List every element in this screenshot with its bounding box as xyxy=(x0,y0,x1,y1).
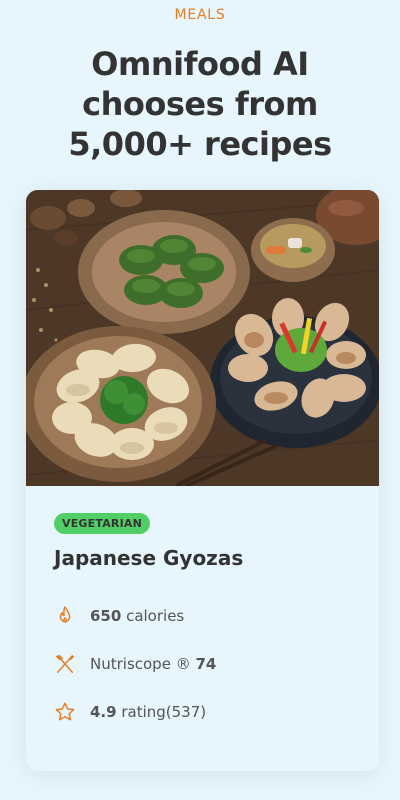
calories-value: 650 xyxy=(90,607,122,625)
meals-section: MEALS Omnifood AI chooses from 5,000+ re… xyxy=(0,0,400,800)
star-icon xyxy=(54,701,76,723)
nutriscope-label: Nutriscope ® xyxy=(90,655,196,673)
rating-label: rating(537) xyxy=(116,703,207,721)
nutriscope-value: 74 xyxy=(195,655,217,673)
meal-title: Japanese Gyozas xyxy=(54,546,244,570)
calories-label: calories xyxy=(121,607,185,625)
meal-attribute-rating: 4.9 rating(537) xyxy=(54,700,351,724)
section-subheading: MEALS xyxy=(174,7,226,23)
vegetarian-tag: VEGETARIAN xyxy=(54,513,151,534)
meal-attribute-calories: 650 calories xyxy=(54,604,351,628)
meal-attributes: 650 calories Nutriscope ® 74 4.9 rating(… xyxy=(54,604,351,724)
utensils-icon xyxy=(54,653,76,675)
meal-card: VEGETARIAN Japanese Gyozas 650 calories xyxy=(26,190,379,771)
section-heading: Omnifood AI chooses from 5,000+ recipes xyxy=(68,45,332,163)
rating-value: 4.9 xyxy=(90,703,117,721)
rating-text: 4.9 rating(537) xyxy=(90,703,206,721)
flame-icon xyxy=(54,605,76,627)
calories-text: 650 calories xyxy=(90,607,184,625)
meal-attribute-nutriscope: Nutriscope ® 74 xyxy=(54,652,351,676)
meal-image xyxy=(26,190,379,486)
nutriscope-text: Nutriscope ® 74 xyxy=(90,655,216,673)
